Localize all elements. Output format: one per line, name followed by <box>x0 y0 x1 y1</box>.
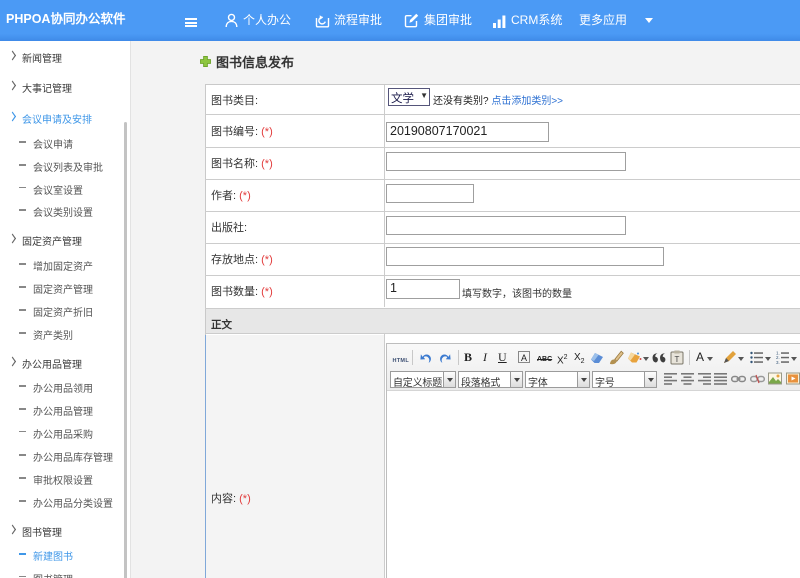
svg-text:3.: 3. <box>776 360 780 364</box>
svg-text:T: T <box>675 355 680 364</box>
